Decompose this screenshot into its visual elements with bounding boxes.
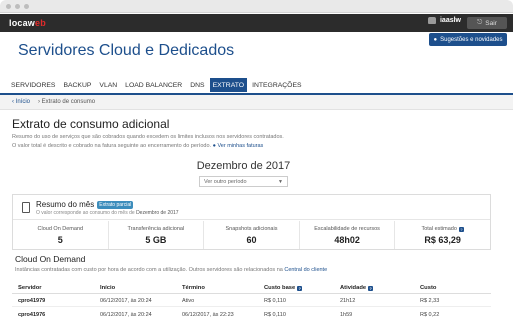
stat-snapshots: Snapshots adicionais 60 [204, 221, 300, 249]
period-select[interactable]: Ver outro período ▼ [199, 176, 288, 187]
stat-value: 5 GB [145, 235, 167, 245]
page-description: Resumo do uso de serviços que são cobrad… [12, 134, 284, 140]
cell-base-cost: R$ 0,110 [264, 298, 286, 304]
stat-label: Cloud On Demand [37, 226, 84, 232]
summary-header: Resumo do mês Extrato parcial O valor co… [13, 195, 490, 220]
help-icon[interactable]: ? [368, 285, 374, 291]
table-header: Servidor Início Término Custo base? Ativ… [12, 282, 491, 294]
cell-server: cpro41976 [18, 312, 46, 318]
summary-subtitle: O valor corresponde ao consumo do mês de… [36, 210, 179, 216]
summary-title-text: Resumo do mês [36, 200, 95, 209]
user-icon [427, 17, 436, 24]
tab-load-balancer[interactable]: LOAD BALANCER [122, 78, 185, 92]
invoices-link-label: Ver minhas faturas [217, 143, 264, 149]
cell-end: Ativo [182, 298, 195, 304]
period-select-value: Ver outro período [204, 178, 247, 185]
cell-cost: R$ 2,33 [420, 298, 440, 304]
breadcrumb: ‹ Início › Extrato de consumo [0, 95, 513, 110]
table-row[interactable]: cpro41976 06/12/2017, às 20:24 06/12/201… [12, 308, 491, 320]
stat-label: Escalabilidade de recursos [314, 226, 380, 232]
chevron-down-icon: ▼ [278, 179, 283, 185]
stat-value: R$ 63,29 [424, 235, 461, 245]
stat-value: 60 [246, 235, 257, 245]
window-control-dot[interactable] [15, 3, 20, 9]
cell-start: 06/12/2017, às 20:24 [100, 298, 152, 304]
page-header-title: Servidores Cloud e Dedicados [18, 42, 235, 59]
cell-base-cost: R$ 0,110 [264, 312, 286, 318]
stat-label: Transferência adicional [127, 226, 185, 232]
main-tabs: SERVIDORES BACKUP VLAN LOAD BALANCER DNS… [8, 78, 305, 92]
page-description-2: O valor total é descrito e cobrado na fa… [12, 143, 263, 149]
column-header-label: Custo base [264, 285, 296, 291]
page-title: Extrato de consumo adicional [12, 117, 170, 131]
stat-value: 48h02 [334, 235, 360, 245]
browser-chrome [0, 0, 513, 13]
suggestions-label: Sugestões e novidades [440, 36, 503, 43]
client-center-link[interactable]: Central do cliente [284, 267, 327, 273]
cell-activity: 1h59 [340, 312, 353, 318]
logo-text: locaw [9, 18, 36, 28]
stat-cloud-on-demand: Cloud On Demand 5 [13, 221, 109, 249]
summary-title: Resumo do mês Extrato parcial [36, 200, 134, 209]
logout-button[interactable]: ⎋ Sair [467, 17, 507, 29]
logout-icon: ⎋ [477, 19, 483, 26]
help-icon[interactable]: ? [297, 285, 303, 291]
window-control-dot[interactable] [24, 3, 29, 9]
cell-end: 06/12/2017, às 22:23 [182, 312, 234, 318]
column-header[interactable]: Servidor [18, 285, 42, 291]
window-control-dot[interactable] [6, 3, 11, 9]
table-row[interactable]: cpro41979 06/12/2017, às 20:24 Ativo R$ … [12, 294, 491, 307]
stat-transfer: Transferência adicional 5 GB [109, 221, 205, 249]
stat-total: Total estimado? R$ 63,29 [395, 221, 490, 249]
user-menu[interactable]: iaaslw [427, 17, 461, 24]
cell-start: 06/12/2017, às 20:24 [100, 312, 152, 318]
tab-backup[interactable]: BACKUP [60, 78, 94, 92]
breadcrumb-home[interactable]: ‹ Início [12, 99, 30, 105]
column-header[interactable]: Custo [420, 285, 436, 291]
cell-activity: 21h12 [340, 298, 356, 304]
month-summary-card: Resumo do mês Extrato parcial O valor co… [12, 194, 491, 250]
tab-vlan[interactable]: VLAN [96, 78, 120, 92]
logo-accent: eb [35, 18, 46, 28]
suggestions-button[interactable]: ● Sugestões e novidades [429, 33, 507, 46]
month-heading: Dezembro de 2017 [196, 160, 291, 172]
column-header[interactable]: Início [100, 285, 115, 291]
breadcrumb-current: › Extrato de consumo [38, 99, 96, 105]
tab-extrato[interactable]: EXTRATO [209, 78, 248, 92]
tab-dns[interactable]: DNS [187, 78, 207, 92]
top-bar: locaweb iaaslw ⎋ Sair [0, 14, 513, 32]
cell-cost: R$ 0,22 [420, 312, 440, 318]
browser-window: locaweb iaaslw ⎋ Sair ● Sugestões e novi… [0, 0, 513, 320]
stat-label: Total estimado [421, 226, 457, 232]
stat-value: 5 [57, 235, 63, 245]
username: iaaslw [439, 17, 461, 24]
help-icon[interactable]: ? [458, 226, 464, 232]
tab-integracoes[interactable]: INTEGRAÇÕES [249, 78, 304, 92]
column-header[interactable]: Custo base? [264, 285, 303, 291]
stat-scalability: Escalabilidade de recursos 48h02 [300, 221, 396, 249]
column-header-label: Atividade [340, 285, 367, 291]
partial-badge: Extrato parcial [97, 200, 134, 209]
summary-subtitle-month: Dezembro de 2017 [136, 210, 179, 216]
on-demand-title: Cloud On Demand [15, 254, 86, 264]
tab-servidores[interactable]: SERVIDORES [8, 78, 58, 92]
column-header[interactable]: Término [182, 285, 205, 291]
on-demand-description: Instâncias contratadas com custo por hor… [15, 267, 327, 273]
stat-label: Snapshots adicionais [225, 226, 278, 232]
column-header[interactable]: Atividade? [340, 285, 374, 291]
on-demand-desc-text: Instâncias contratadas com custo por hor… [15, 267, 283, 273]
summary-stats: Cloud On Demand 5 Transferência adiciona… [13, 221, 490, 249]
billing-note: O valor total é descrito e cobrado na fa… [12, 143, 212, 149]
summary-subtitle-text: O valor corresponde ao consumo do mês de [36, 210, 135, 216]
cell-server: cpro41979 [18, 298, 46, 304]
chat-icon: ● [433, 36, 438, 43]
invoices-link[interactable]: ● Ver minhas faturas [213, 143, 264, 149]
logout-label: Sair [485, 19, 497, 27]
logo[interactable]: locaweb [9, 18, 46, 28]
document-icon [22, 202, 30, 213]
